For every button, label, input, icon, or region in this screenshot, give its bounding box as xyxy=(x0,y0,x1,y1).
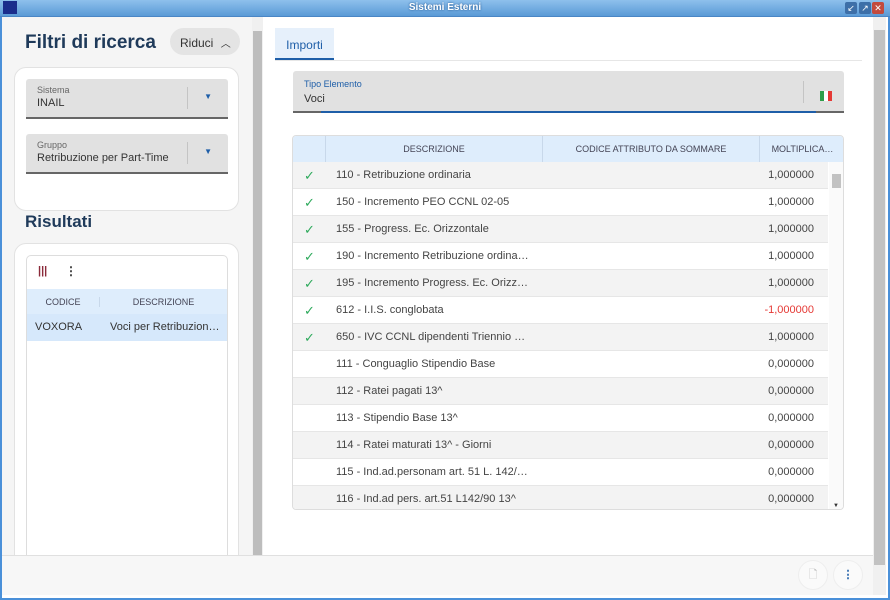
table-row[interactable]: ✓ 110 - Retribuzione ordinaria 1,000000 xyxy=(293,162,828,189)
results-grid: ||| ⋮ CODICE DESCRIZIONE VOXORA Voci per… xyxy=(26,255,228,565)
codice-cell: VOXORA xyxy=(35,321,83,333)
window-title: Sistemi Esterni xyxy=(408,2,482,13)
chevron-up-icon: ︿ xyxy=(220,39,231,50)
moltiplicatore-cell: 1,000000 xyxy=(768,250,814,262)
document-button[interactable]: 🗋 xyxy=(798,560,828,590)
moltiplicatore-cell: 0,000000 xyxy=(768,358,814,370)
maximize-icon[interactable]: ↗ xyxy=(859,2,871,14)
moltiplicatore-cell: 1,000000 xyxy=(768,169,814,181)
close-icon[interactable]: ✕ xyxy=(872,2,884,14)
check-icon: ✓ xyxy=(304,303,315,318)
moltiplicatore-cell: 0,000000 xyxy=(768,412,814,424)
descrizione-cell: 612 - I.I.S. conglobata xyxy=(336,304,444,316)
table-row[interactable]: 112 - Ratei pagati 13^ 0,000000 xyxy=(293,378,828,405)
table-row[interactable]: ✓ 190 - Incremento Retribuzione ordinar… 1… xyxy=(293,243,828,270)
sistema-value: INAIL xyxy=(37,97,65,109)
column-header-descrizione[interactable]: DESCRIZIONE xyxy=(100,297,227,307)
table-row[interactable]: 115 - Ind.ad.personam art. 51 L. 142/… 0,… xyxy=(293,459,828,486)
tipo-elemento-field[interactable]: Tipo Elemento Voci xyxy=(293,71,844,113)
check-icon: ✓ xyxy=(304,195,315,210)
check-icon: ✓ xyxy=(304,168,315,183)
descrizione-cell: 195 - Incremento Progress. Ec. Orizzo… xyxy=(336,277,531,289)
table-row[interactable]: VOXORA Voci per Retribuzion… xyxy=(27,314,227,341)
descrizione-cell: 113 - Stipendio Base 13^ xyxy=(336,412,458,424)
descrizione-cell: 114 - Ratei maturati 13^ - Giorni xyxy=(336,439,492,451)
more-vert-icon: ⋮ xyxy=(842,569,854,581)
moltiplicatore-cell: -1,000000 xyxy=(764,304,814,316)
descrizione-cell: 116 - Ind.ad pers. art.51 L142/90 13^ xyxy=(336,493,516,505)
check-icon: ✓ xyxy=(304,249,315,264)
table-row[interactable]: ✓ 155 - Progress. Ec. Orizzontale 1,000000 xyxy=(293,216,828,243)
column-header-codice[interactable]: CODICE xyxy=(27,297,100,307)
moltiplicatore-cell: 1,000000 xyxy=(768,331,814,343)
gruppo-select[interactable]: Gruppo Retribuzione per Part-Time ▼ xyxy=(26,134,228,174)
descrizione-cell: 155 - Progress. Ec. Orizzontale xyxy=(336,223,489,235)
table-row[interactable]: ✓ 195 - Incremento Progress. Ec. Orizzo… 1… xyxy=(293,270,828,297)
results-title: Risultati xyxy=(25,212,93,231)
more-vert-icon[interactable]: ⋮ xyxy=(65,264,77,278)
gruppo-value: Retribuzione per Part-Time xyxy=(37,152,169,164)
moltiplicatore-cell: 1,000000 xyxy=(768,223,814,235)
tipo-elemento-label: Tipo Elemento xyxy=(304,79,362,89)
minimize-icon[interactable]: ↙ xyxy=(845,2,857,14)
table-row[interactable]: ✓ 650 - IVC CCNL dipendenti Triennio 2… 1,… xyxy=(293,324,828,351)
collapse-button[interactable]: Riduci ︿ xyxy=(170,28,240,55)
descrizione-cell: Voci per Retribuzion… xyxy=(110,321,220,333)
main-scrollbar[interactable] xyxy=(873,17,886,595)
document-icon: 🗋 xyxy=(808,569,818,581)
moltiplicatore-cell: 0,000000 xyxy=(768,385,814,397)
moltiplicatore-cell: 1,000000 xyxy=(768,277,814,289)
table-row[interactable]: 114 - Ratei maturati 13^ - Giorni 0,00000… xyxy=(293,432,828,459)
table-row[interactable]: ✓ 150 - Incremento PEO CCNL 02-05 1,000000 xyxy=(293,189,828,216)
column-header-descrizione[interactable]: DESCRIZIONE xyxy=(326,136,543,162)
descrizione-cell: 112 - Ratei pagati 13^ xyxy=(336,385,443,397)
table-row[interactable]: 116 - Ind.ad pers. art.51 L142/90 13^ 0,0… xyxy=(293,486,828,509)
gruppo-label: Gruppo xyxy=(37,140,68,150)
columns-icon[interactable]: ||| xyxy=(38,265,47,277)
bottom-bar xyxy=(2,555,873,595)
descrizione-cell: 110 - Retribuzione ordinaria xyxy=(336,169,471,181)
check-icon: ✓ xyxy=(304,222,315,237)
descrizione-cell: 115 - Ind.ad.personam art. 51 L. 142/… xyxy=(336,466,528,478)
title-bar: Sistemi Esterni ↙ ↗ ✕ xyxy=(0,0,890,17)
importi-table: DESCRIZIONE CODICE ATTRIBUTO DA SOMMARE … xyxy=(292,135,844,510)
check-icon: ✓ xyxy=(304,330,315,345)
filters-title: Filtri di ricerca xyxy=(25,32,156,53)
dropdown-arrow-icon: ▼ xyxy=(204,92,212,101)
dropdown-arrow-icon: ▼ xyxy=(204,147,212,156)
column-header-codice-attributo[interactable]: CODICE ATTRIBUTO DA SOMMARE xyxy=(543,136,760,162)
table-row[interactable]: ✓ 612 - I.I.S. conglobata -1,000000 xyxy=(293,297,828,324)
tipo-elemento-value: Voci xyxy=(304,93,325,105)
more-button[interactable]: ⋮ xyxy=(833,560,863,590)
sistema-select[interactable]: Sistema INAIL ▼ xyxy=(26,79,228,119)
check-icon: ✓ xyxy=(304,276,315,291)
descrizione-cell: 150 - Incremento PEO CCNL 02-05 xyxy=(336,196,510,208)
moltiplicatore-cell: 0,000000 xyxy=(768,493,814,505)
column-header-moltiplicatore[interactable]: MOLTIPLICA… xyxy=(760,136,843,162)
left-scrollbar[interactable] xyxy=(252,17,263,595)
table-row[interactable]: 113 - Stipendio Base 13^ 0,000000 xyxy=(293,405,828,432)
descrizione-cell: 650 - IVC CCNL dipendenti Triennio 2… xyxy=(336,331,531,343)
italian-flag-icon[interactable] xyxy=(820,91,832,101)
table-scrollbar[interactable]: ▼ xyxy=(829,162,843,509)
moltiplicatore-cell: 1,000000 xyxy=(768,196,814,208)
moltiplicatore-cell: 0,000000 xyxy=(768,466,814,478)
descrizione-cell: 190 - Incremento Retribuzione ordinar… xyxy=(336,250,531,262)
table-row[interactable]: 111 - Conguaglio Stipendio Base 0,000000 xyxy=(293,351,828,378)
descrizione-cell: 111 - Conguaglio Stipendio Base xyxy=(336,358,496,370)
sistema-label: Sistema xyxy=(37,85,70,95)
tab-importi[interactable]: Importi xyxy=(275,28,334,60)
moltiplicatore-cell: 0,000000 xyxy=(768,439,814,451)
collapse-label: Riduci xyxy=(180,36,214,50)
